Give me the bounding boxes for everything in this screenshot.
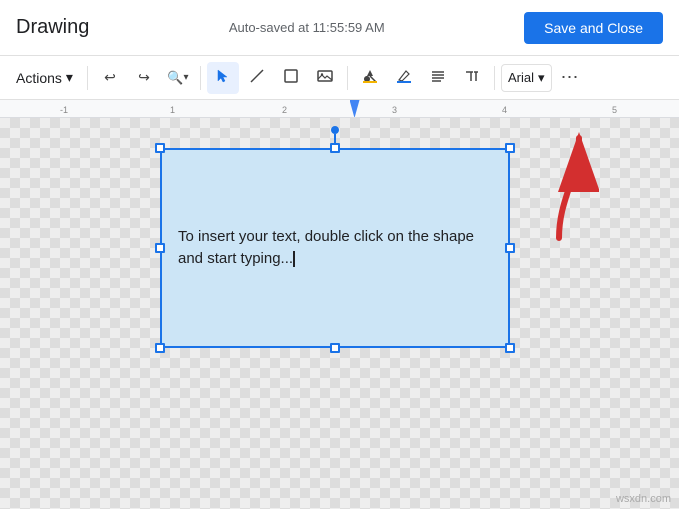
image-tool-button[interactable] xyxy=(309,62,341,94)
ruler: -1 1 2 3 4 5 xyxy=(0,100,679,118)
resize-handle-bottom-right[interactable] xyxy=(505,343,515,353)
resize-handle-bottom-left[interactable] xyxy=(155,343,165,353)
undo-button[interactable]: ↩ xyxy=(94,62,126,94)
fill-color-button[interactable] xyxy=(354,62,386,94)
ruler-mark-1: 1 xyxy=(170,105,175,115)
text-align-button[interactable] xyxy=(422,62,454,94)
font-label: Arial xyxy=(508,70,534,85)
zoom-dropdown-icon: ▾ xyxy=(184,72,189,83)
shape-box[interactable]: To insert your text, double click on the… xyxy=(160,148,510,348)
more-options-button[interactable]: ⋯ xyxy=(554,62,586,94)
shape-text[interactable]: To insert your text, double click on the… xyxy=(178,226,474,271)
resize-handle-top-left[interactable] xyxy=(155,143,165,153)
ruler-mark-3: 3 xyxy=(392,105,397,115)
text-align-icon xyxy=(430,68,446,87)
text-cursor xyxy=(293,251,295,267)
shape-icon xyxy=(283,68,299,87)
resize-handle-middle-right[interactable] xyxy=(505,243,515,253)
resize-handle-top-right[interactable] xyxy=(505,143,515,153)
shape-tool-button[interactable] xyxy=(275,62,307,94)
app-header: Drawing Auto-saved at 11:55:59 AM Save a… xyxy=(0,0,679,56)
actions-menu-button[interactable]: Actions ▾ xyxy=(8,65,81,90)
image-icon xyxy=(317,68,333,87)
ruler-mark-minus1: -1 xyxy=(60,105,68,115)
line-tool-button[interactable] xyxy=(241,62,273,94)
actions-label: Actions xyxy=(16,70,62,86)
zoom-button[interactable]: 🔍 ▾ xyxy=(162,62,194,94)
text-format-icon xyxy=(464,68,480,87)
ruler-mark-2: 2 xyxy=(282,105,287,115)
toolbar-divider-1 xyxy=(87,66,88,90)
line-color-icon xyxy=(396,68,412,87)
rotation-handle[interactable] xyxy=(331,126,339,134)
more-options-icon: ⋯ xyxy=(561,67,579,88)
zoom-icon: 🔍 xyxy=(167,70,183,86)
selected-shape-container[interactable]: To insert your text, double click on the… xyxy=(160,148,510,348)
save-and-close-button[interactable]: Save and Close xyxy=(524,12,663,44)
line-icon xyxy=(249,68,265,87)
actions-dropdown-icon: ▾ xyxy=(66,69,73,86)
header-left: Drawing xyxy=(16,16,89,39)
resize-handle-top-center[interactable] xyxy=(330,143,340,153)
toolbar: Actions ▾ ↩ ↪ 🔍 ▾ xyxy=(0,56,679,100)
ruler-mark-5: 5 xyxy=(612,105,617,115)
drawing-canvas[interactable]: To insert your text, double click on the… xyxy=(0,118,679,509)
watermark: wsxdn.com xyxy=(616,493,671,505)
toolbar-divider-2 xyxy=(200,66,201,90)
resize-handle-bottom-center[interactable] xyxy=(330,343,340,353)
fill-icon xyxy=(362,68,378,87)
ruler-position-marker xyxy=(350,100,360,118)
resize-handle-middle-left[interactable] xyxy=(155,243,165,253)
toolbar-divider-3 xyxy=(347,66,348,90)
ruler-mark-4: 4 xyxy=(502,105,507,115)
select-tool-button[interactable] xyxy=(207,62,239,94)
app-title: Drawing xyxy=(16,16,89,39)
toolbar-divider-4 xyxy=(494,66,495,90)
redo-button[interactable]: ↪ xyxy=(128,62,160,94)
undo-icon: ↩ xyxy=(104,69,116,86)
line-color-button[interactable] xyxy=(388,62,420,94)
redo-icon: ↪ xyxy=(138,69,150,86)
text-format-button[interactable] xyxy=(456,62,488,94)
font-dropdown-icon: ▾ xyxy=(538,70,545,86)
font-selector[interactable]: Arial ▾ xyxy=(501,64,552,92)
select-icon xyxy=(215,68,231,87)
autosave-status: Auto-saved at 11:55:59 AM xyxy=(229,20,385,35)
